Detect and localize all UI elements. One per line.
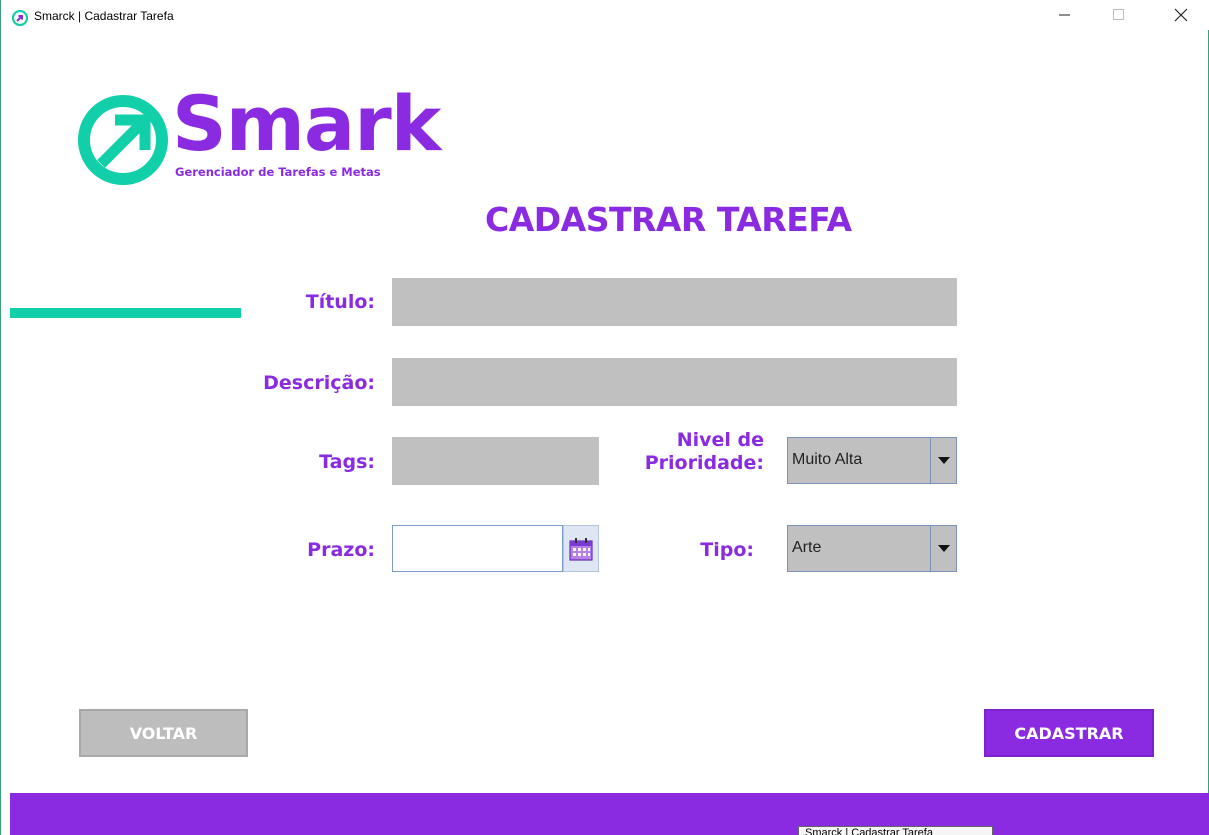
prazo-date-input[interactable] (392, 525, 563, 572)
prazo-calendar-button[interactable] (563, 525, 599, 572)
titulo-label: Título: (305, 291, 375, 313)
tipo-selected-value: Arte (792, 539, 822, 556)
window-tooltip: Smarck | Cadastrar Tarefa (798, 826, 993, 835)
smark-logo-icon (12, 10, 28, 26)
descricao-input[interactable] (392, 358, 957, 406)
voltar-button[interactable]: VOLTAR (79, 709, 248, 757)
app-window: Smarck | Cadastrar Tarefa Smark Gerencia… (0, 0, 1209, 835)
title-bar[interactable]: Smarck | Cadastrar Tarefa (1, 0, 1209, 30)
chevron-down-icon (937, 544, 950, 552)
prazo-label: Prazo: (307, 539, 375, 561)
tags-label: Tags: (319, 451, 375, 473)
prioridade-label-line2: Prioridade: (644, 451, 764, 474)
close-icon (1174, 8, 1188, 22)
descricao-label: Descrição: (263, 372, 375, 394)
close-button[interactable] (1158, 0, 1204, 30)
logo-subtitle: Gerenciador de Tarefas e Metas (175, 165, 381, 179)
prioridade-selected-value: Muito Alta (792, 451, 863, 468)
accent-divider (10, 308, 241, 318)
titulo-input[interactable] (392, 278, 957, 326)
tags-input[interactable] (392, 437, 599, 485)
cadastrar-button[interactable]: CADASTRAR (984, 709, 1154, 757)
prioridade-label: Nivel de Prioridade: (611, 429, 764, 475)
window-title: Smarck | Cadastrar Tarefa (34, 9, 174, 23)
prioridade-label-line1: Nivel de (676, 429, 764, 451)
tipo-dropdown-button[interactable] (930, 526, 956, 571)
page-title: CADASTRAR TAREFA (485, 200, 852, 239)
maximize-button[interactable] (1096, 0, 1142, 30)
prioridade-dropdown-button[interactable] (930, 438, 956, 483)
chevron-down-icon (937, 456, 950, 464)
prioridade-select[interactable]: Muito Alta (787, 437, 957, 484)
footer-bar (10, 793, 1209, 835)
calendar-icon (569, 537, 593, 561)
tipo-select[interactable]: Arte (787, 525, 957, 572)
minimize-icon (1059, 14, 1070, 16)
minimize-button[interactable] (1042, 0, 1088, 30)
app-logo: Smark Gerenciador de Tarefas e Metas (77, 86, 441, 187)
tipo-label: Tipo: (700, 539, 754, 561)
maximize-icon (1113, 9, 1124, 20)
smark-arrow-icon (78, 95, 168, 185)
logo-brand-text: Smark (172, 79, 441, 168)
